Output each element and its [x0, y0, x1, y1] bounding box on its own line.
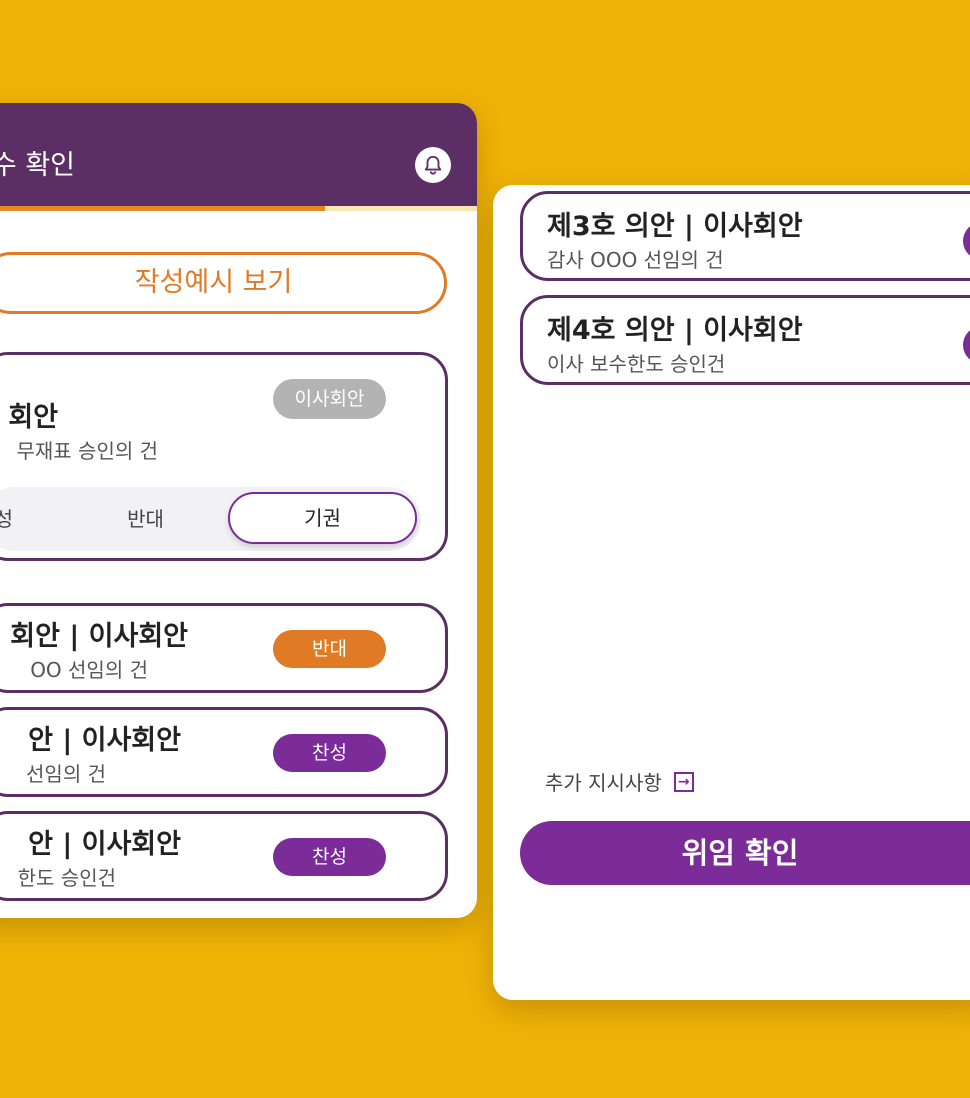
agenda-title: 회안 [8, 402, 58, 433]
vote-segmented-control: 성 반대 기권 [0, 487, 421, 551]
agenda-row[interactable]: 회안 | 이사회안 OO 선임의 건 반대 [0, 603, 448, 693]
left-card: 수 확인 작성예시 보기 회안 무재표 승인의 건 이사회안 성 반대 기권 회… [0, 103, 477, 918]
agenda-tag: 이사회안 [273, 379, 386, 419]
agenda-row-title: 안 | 이사회안 [28, 725, 181, 756]
agenda-expanded-card: 회안 무재표 승인의 건 이사회안 성 반대 기권 [0, 352, 448, 561]
agenda-row[interactable]: 제4호 의안 | 이사회안 이사 보수한도 승인건 [520, 295, 970, 385]
agenda-row-title: 회안 | 이사회안 [10, 621, 188, 652]
vote-option-abstain[interactable]: 기권 [228, 492, 417, 544]
vote-option-oppose[interactable]: 반대 [98, 487, 193, 551]
agenda-row-title: 제4호 의안 | 이사회안 [547, 315, 803, 346]
right-card: 제3호 의안 | 이사회안 감사 OOO 선임의 건 제4호 의안 | 이사회안… [493, 185, 970, 1000]
agenda-row-subtitle: 한도 승인건 [17, 866, 116, 890]
header-bar: 수 확인 [0, 103, 477, 206]
extra-instructions-label: 추가 지시사항 [545, 771, 662, 795]
agenda-row-subtitle: 선임의 건 [26, 762, 106, 786]
progress-bar [0, 206, 477, 211]
agenda-row[interactable]: 제3호 의안 | 이사회안 감사 OOO 선임의 건 [520, 191, 970, 281]
progress-fill [0, 206, 325, 211]
vote-option-approve[interactable]: 성 [0, 487, 13, 551]
vote-badge[interactable] [963, 326, 970, 364]
agenda-row-subtitle: OO 선임의 건 [30, 658, 148, 682]
agenda-row-title: 제3호 의안 | 이사회안 [547, 211, 803, 242]
vote-badge[interactable]: 반대 [273, 630, 386, 668]
vote-badge[interactable]: 찬성 [273, 734, 386, 772]
page-title: 수 확인 [0, 150, 75, 181]
agenda-subtitle: 무재표 승인의 건 [16, 439, 158, 463]
agenda-row-subtitle: 이사 보수한도 승인건 [547, 352, 726, 376]
vote-badge[interactable]: 찬성 [273, 838, 386, 876]
extra-instructions-link[interactable]: 추가 지시사항 → [545, 767, 694, 796]
confirm-button-label: 위임 확인 [681, 836, 799, 870]
agenda-row-subtitle: 감사 OOO 선임의 건 [547, 248, 724, 272]
agenda-row[interactable]: 안 | 이사회안 한도 승인건 찬성 [0, 811, 448, 901]
agenda-row[interactable]: 안 | 이사회안 선임의 건 찬성 [0, 707, 448, 797]
bell-icon[interactable] [415, 147, 451, 183]
arrow-into-box-icon: → [673, 771, 694, 792]
agenda-row-title: 안 | 이사회안 [28, 829, 181, 860]
confirm-button[interactable]: 위임 확인 [520, 821, 970, 885]
example-button[interactable]: 작성예시 보기 [0, 252, 447, 314]
vote-badge[interactable] [963, 222, 970, 260]
